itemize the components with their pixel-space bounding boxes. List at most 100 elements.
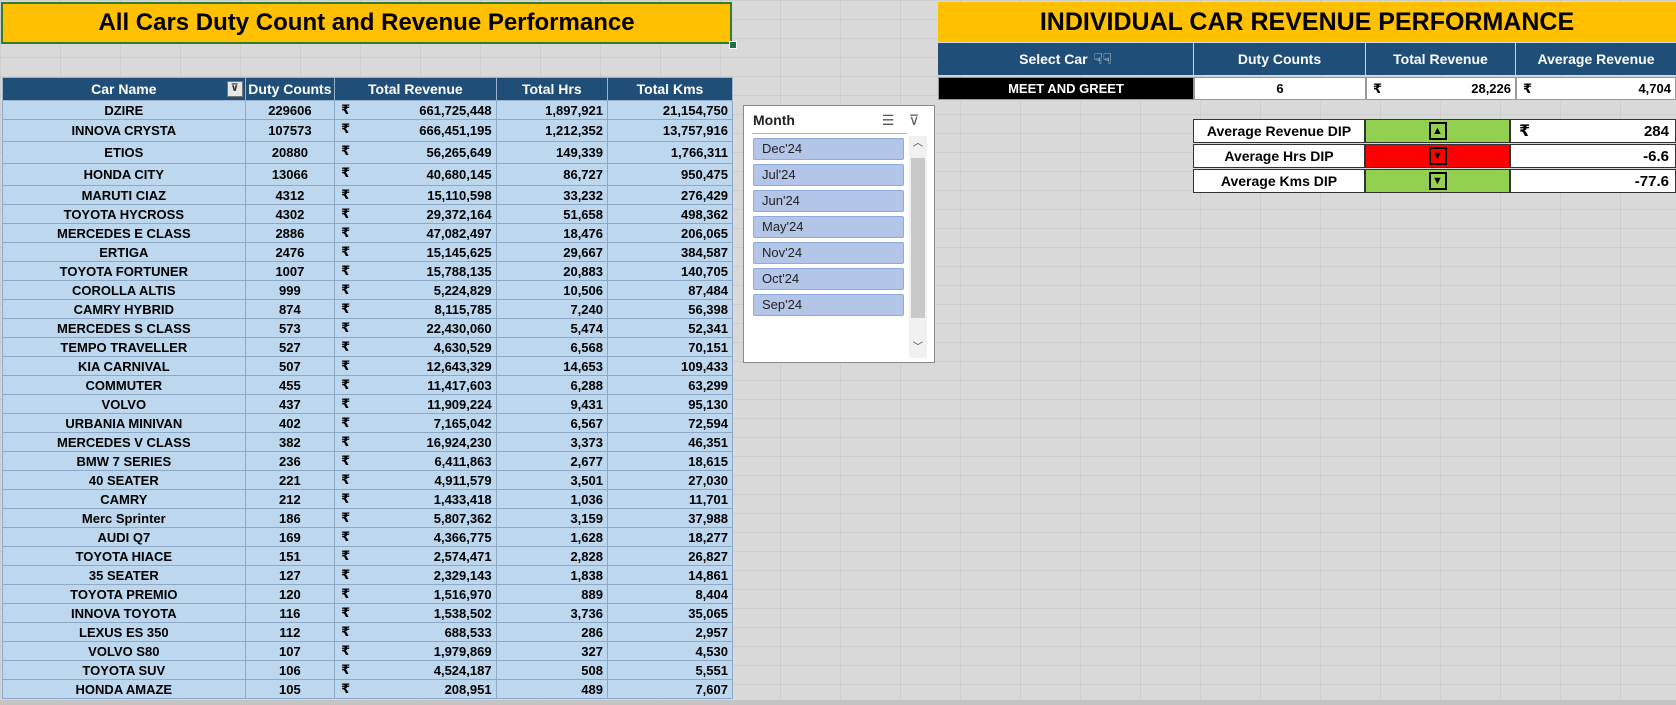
kms-cell[interactable]: 87,484 — [607, 280, 733, 300]
dip-label[interactable]: Average Hrs DIP — [1193, 144, 1365, 168]
car-name-cell[interactable]: MARUTI CIAZ — [2, 185, 246, 205]
kms-cell[interactable]: 95,130 — [607, 394, 733, 414]
car-name-cell[interactable]: INNOVA TOYOTA — [2, 603, 246, 623]
revenue-cell[interactable]: ₹15,788,135 — [334, 261, 497, 281]
select-car-header[interactable]: Select Car ☟☟ — [938, 43, 1194, 75]
duty-count-cell[interactable]: 2886 — [244, 223, 336, 243]
right-title[interactable]: INDIVIDUAL CAR REVENUE PERFORMANCE — [938, 2, 1676, 42]
kms-cell[interactable]: 18,277 — [607, 527, 733, 547]
kms-cell[interactable]: 7,607 — [607, 679, 733, 699]
col-header-total-hrs[interactable]: Total Hrs — [495, 77, 609, 101]
kms-cell[interactable]: 70,151 — [607, 337, 733, 357]
car-name-cell[interactable]: MERCEDES V CLASS — [2, 432, 246, 452]
revenue-cell[interactable]: ₹4,524,187 — [334, 660, 497, 680]
car-name-cell[interactable]: HONDA AMAZE — [2, 679, 246, 699]
slicer-item[interactable]: Dec'24 — [753, 138, 904, 160]
car-name-cell[interactable]: INNOVA CRYSTA — [2, 119, 246, 142]
revenue-cell[interactable]: ₹208,951 — [334, 679, 497, 699]
kms-cell[interactable]: 18,615 — [607, 451, 733, 471]
kms-cell[interactable]: 35,065 — [607, 603, 733, 623]
slicer-item[interactable]: Nov'24 — [753, 242, 904, 264]
duty-count-cell[interactable]: 507 — [244, 356, 336, 376]
selection-fill-handle[interactable] — [729, 41, 737, 49]
car-name-cell[interactable]: HONDA CITY — [2, 163, 246, 186]
hrs-cell[interactable]: 86,727 — [495, 163, 609, 186]
left-title[interactable]: All Cars Duty Count and Revenue Performa… — [1, 2, 732, 44]
car-name-cell[interactable]: 40 SEATER — [2, 470, 246, 490]
car-name-cell[interactable]: Merc Sprinter — [2, 508, 246, 528]
revenue-cell[interactable]: ₹12,643,329 — [334, 356, 497, 376]
hrs-cell[interactable]: 508 — [495, 660, 609, 680]
kms-cell[interactable]: 109,433 — [607, 356, 733, 376]
duty-count-cell[interactable]: 212 — [244, 489, 336, 509]
duty-count-cell[interactable]: 382 — [244, 432, 336, 452]
revenue-cell[interactable]: ₹1,979,869 — [334, 641, 497, 661]
hrs-cell[interactable]: 3,736 — [495, 603, 609, 623]
kms-cell[interactable]: 276,429 — [607, 185, 733, 205]
revenue-cell[interactable]: ₹688,533 — [334, 622, 497, 642]
duty-count-cell[interactable]: 107 — [244, 641, 336, 661]
duty-count-cell[interactable]: 186 — [244, 508, 336, 528]
car-name-cell[interactable]: AUDI Q7 — [2, 527, 246, 547]
duty-count-cell[interactable]: 151 — [244, 546, 336, 566]
hrs-cell[interactable]: 6,288 — [495, 375, 609, 395]
revenue-cell[interactable]: ₹1,433,418 — [334, 489, 497, 509]
kms-cell[interactable]: 56,398 — [607, 299, 733, 319]
kms-cell[interactable]: 27,030 — [607, 470, 733, 490]
hrs-cell[interactable]: 327 — [495, 641, 609, 661]
revenue-cell[interactable]: ₹29,372,164 — [334, 204, 497, 224]
duty-count-cell[interactable]: 573 — [244, 318, 336, 338]
revenue-cell[interactable]: ₹11,909,224 — [334, 394, 497, 414]
month-slicer[interactable]: Month ☰ ⊽ Dec'24 Jul'24 Jun'24 May'24 Nov'24… — [743, 105, 935, 363]
hrs-cell[interactable]: 489 — [495, 679, 609, 699]
slicer-item[interactable]: Jun'24 — [753, 190, 904, 212]
average-revenue-value[interactable]: ₹ 4,704 — [1516, 77, 1676, 100]
kms-cell[interactable]: 37,988 — [607, 508, 733, 528]
scroll-down-icon[interactable]: ﹀ — [909, 340, 927, 356]
duty-count-cell[interactable]: 112 — [244, 622, 336, 642]
duty-count-cell[interactable]: 999 — [244, 280, 336, 300]
dip-label[interactable]: Average Revenue DIP — [1193, 119, 1365, 143]
revenue-cell[interactable]: ₹1,516,970 — [334, 584, 497, 604]
car-name-cell[interactable]: VOLVO S80 — [2, 641, 246, 661]
clear-filter-icon[interactable]: ⊽ — [904, 111, 924, 129]
dip-label[interactable]: Average Kms DIP — [1193, 169, 1365, 193]
car-name-cell[interactable]: CAMRY — [2, 489, 246, 509]
hrs-cell[interactable]: 29,667 — [495, 242, 609, 262]
slicer-item[interactable]: Sep'24 — [753, 294, 904, 316]
hrs-cell[interactable]: 6,567 — [495, 413, 609, 433]
car-name-cell[interactable]: COMMUTER — [2, 375, 246, 395]
car-name-cell[interactable]: COROLLA ALTIS — [2, 280, 246, 300]
revenue-cell[interactable]: ₹661,725,448 — [334, 100, 497, 120]
duty-count-cell[interactable]: 4302 — [244, 204, 336, 224]
dip-indicator[interactable]: ▼ — [1365, 144, 1510, 168]
car-name-cell[interactable]: BMW 7 SERIES — [2, 451, 246, 471]
hrs-cell[interactable]: 1,897,921 — [495, 100, 609, 120]
hrs-cell[interactable]: 33,232 — [495, 185, 609, 205]
revenue-cell[interactable]: ₹40,680,145 — [334, 163, 497, 186]
hrs-cell[interactable]: 1,628 — [495, 527, 609, 547]
kms-cell[interactable]: 11,701 — [607, 489, 733, 509]
revenue-cell[interactable]: ₹666,451,195 — [334, 119, 497, 142]
revenue-cell[interactable]: ₹47,082,497 — [334, 223, 497, 243]
slicer-scrollbar[interactable]: ︿ ﹀ — [909, 136, 927, 358]
duty-count-cell[interactable]: 20880 — [244, 141, 336, 164]
car-name-cell[interactable]: TOYOTA HIACE — [2, 546, 246, 566]
average-revenue-header[interactable]: Average Revenue — [1516, 43, 1676, 75]
kms-cell[interactable]: 14,861 — [607, 565, 733, 585]
hrs-cell[interactable]: 6,568 — [495, 337, 609, 357]
duty-count-cell[interactable]: 527 — [244, 337, 336, 357]
duty-count-cell[interactable]: 4312 — [244, 185, 336, 205]
revenue-cell[interactable]: ₹15,145,625 — [334, 242, 497, 262]
hrs-cell[interactable]: 1,036 — [495, 489, 609, 509]
duty-count-cell[interactable]: 229606 — [244, 100, 336, 120]
col-header-total-revenue[interactable]: Total Revenue — [334, 77, 497, 101]
duty-count-cell[interactable]: 221 — [244, 470, 336, 490]
kms-cell[interactable]: 8,404 — [607, 584, 733, 604]
car-name-cell[interactable]: TOYOTA HYCROSS — [2, 204, 246, 224]
hrs-cell[interactable]: 3,373 — [495, 432, 609, 452]
duty-count-cell[interactable]: 455 — [244, 375, 336, 395]
duty-count-cell[interactable]: 874 — [244, 299, 336, 319]
car-name-cell[interactable]: KIA CARNIVAL — [2, 356, 246, 376]
dip-value[interactable]: -77.6 — [1510, 169, 1676, 193]
